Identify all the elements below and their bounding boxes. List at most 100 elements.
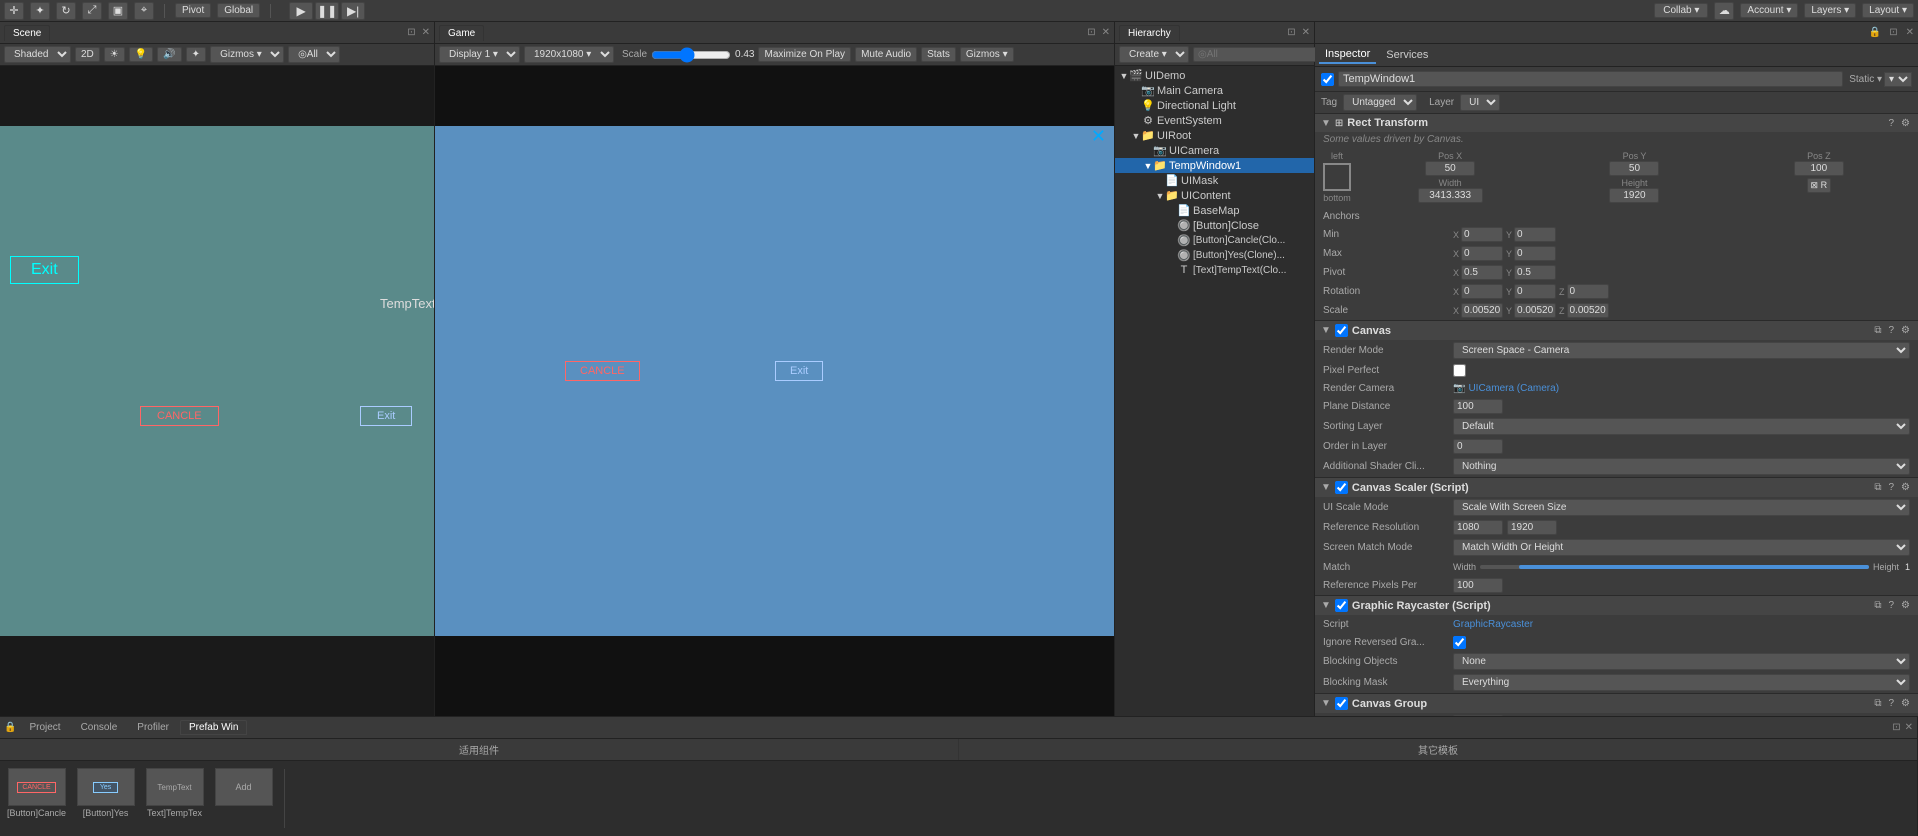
- game-maximize[interactable]: ⊡: [1087, 27, 1095, 38]
- canvas-scaler-header[interactable]: ▼ Canvas Scaler (Script) ⧉ ? ⚙: [1315, 478, 1918, 497]
- rect-icon[interactable]: ▣: [108, 2, 128, 20]
- layer-dropdown[interactable]: UI: [1460, 94, 1500, 111]
- bottom-close[interactable]: ✕: [1905, 722, 1913, 733]
- scene-exit2-button[interactable]: Exit: [360, 406, 412, 426]
- rect-settings-btn[interactable]: ⚙: [1899, 118, 1912, 129]
- transform-icon[interactable]: ✛: [4, 2, 24, 20]
- ref-res-y-input[interactable]: [1507, 520, 1557, 535]
- game-close[interactable]: ✕: [1102, 27, 1110, 38]
- move-icon[interactable]: ✦: [30, 2, 50, 20]
- scale-icon[interactable]: ⤢: [82, 2, 102, 20]
- render-mode-dropdown[interactable]: Screen Space - Camera: [1453, 342, 1910, 359]
- anchor-max-x-input[interactable]: [1461, 246, 1503, 261]
- hierarchy-tab[interactable]: Hierarchy: [1119, 25, 1180, 41]
- anchor-max-y-input[interactable]: [1514, 246, 1556, 261]
- ref-pixels-input[interactable]: [1453, 578, 1503, 593]
- prefab-win-tab[interactable]: Prefab Win: [180, 720, 247, 735]
- tree-item-eventsystem[interactable]: ⚙ EventSystem: [1115, 113, 1314, 128]
- canvas-group-header[interactable]: ▼ Canvas Group ⧉ ? ⚙: [1315, 694, 1918, 713]
- profiler-tab[interactable]: Profiler: [128, 720, 178, 735]
- object-name-input[interactable]: [1338, 71, 1843, 87]
- scene-maximize[interactable]: ⊡: [407, 27, 415, 38]
- game-gizmos[interactable]: Gizmos ▾: [960, 47, 1014, 62]
- maximize-button[interactable]: Maximize On Play: [758, 47, 851, 62]
- prefab-cancel[interactable]: CANCLE [Button]Cancle: [4, 765, 69, 832]
- raycaster-settings-btn[interactable]: ⚙: [1899, 600, 1912, 611]
- tree-item-btnyes[interactable]: 🔘 [Button]Yes(Clone)...: [1115, 248, 1314, 263]
- tag-dropdown[interactable]: Untagged: [1343, 94, 1417, 111]
- display-dropdown[interactable]: Display 1 ▾: [439, 46, 520, 63]
- canvas-header[interactable]: ▼ Canvas ⧉ ? ⚙: [1315, 321, 1918, 340]
- prefab-yes[interactable]: Yes [Button]Yes: [73, 765, 138, 832]
- rotation-z-input[interactable]: [1567, 284, 1609, 299]
- rect-help-btn[interactable]: ?: [1886, 118, 1896, 129]
- stats-button[interactable]: Stats: [921, 47, 956, 62]
- anchor-min-y-input[interactable]: [1514, 227, 1556, 242]
- r-button[interactable]: ⊠ R: [1807, 178, 1832, 193]
- hierarchy-maximize[interactable]: ⊡: [1287, 27, 1295, 38]
- layout-button[interactable]: Layout ▾: [1862, 3, 1914, 18]
- pivot-x-input[interactable]: [1461, 265, 1503, 280]
- gizmos-dropdown[interactable]: Gizmos ▾: [210, 46, 284, 63]
- additional-shader-dropdown[interactable]: Nothing: [1453, 458, 1910, 475]
- scaler-active-checkbox[interactable]: [1335, 481, 1348, 494]
- tree-item-btncancle[interactable]: 🔘 [Button]Cancle(Clo...: [1115, 233, 1314, 248]
- scaler-settings-btn[interactable]: ⚙: [1899, 482, 1912, 493]
- inspector-lock[interactable]: 🔒: [1869, 27, 1881, 38]
- canvas-copy-btn[interactable]: ⧉: [1872, 325, 1883, 336]
- play-button[interactable]: ▶: [289, 2, 313, 20]
- bottom-maximize[interactable]: ⊡: [1892, 722, 1900, 733]
- layers-button[interactable]: Layers ▾: [1804, 3, 1856, 18]
- services-tab[interactable]: Services: [1380, 47, 1434, 63]
- project-tab[interactable]: Project: [20, 720, 69, 735]
- scale-z-input[interactable]: [1567, 303, 1609, 318]
- scale-slider[interactable]: [651, 47, 731, 63]
- tree-item-maincamera[interactable]: 📷 Main Camera: [1115, 83, 1314, 98]
- scale-y-input[interactable]: [1514, 303, 1556, 318]
- hierarchy-search[interactable]: [1193, 47, 1335, 62]
- tree-item-tempwindow1[interactable]: ▼ 📁 TempWindow1: [1115, 158, 1314, 173]
- create-dropdown[interactable]: Create ▾: [1119, 46, 1189, 63]
- scaler-help-btn[interactable]: ?: [1886, 482, 1896, 493]
- shaded-dropdown[interactable]: Shaded: [4, 46, 71, 63]
- raycaster-copy-btn[interactable]: ⧉: [1872, 600, 1883, 611]
- resolution-dropdown[interactable]: 1920x1080 ▾: [524, 46, 614, 63]
- inspector-tab[interactable]: Inspector: [1319, 46, 1376, 64]
- group-help-btn[interactable]: ?: [1886, 698, 1896, 709]
- tree-item-uicamera[interactable]: 📷 UICamera: [1115, 143, 1314, 158]
- ref-res-x-input[interactable]: [1453, 520, 1503, 535]
- tree-item-basemap[interactable]: 📄 BaseMap: [1115, 203, 1314, 218]
- all-dropdown[interactable]: ◎All: [288, 46, 340, 63]
- canvas-help-btn[interactable]: ?: [1886, 325, 1896, 336]
- inspector-close[interactable]: ✕: [1906, 27, 1914, 38]
- global-button[interactable]: Global: [217, 3, 260, 18]
- blocking-mask-dropdown[interactable]: Everything: [1453, 674, 1910, 691]
- tree-item-uiroot[interactable]: ▼ 📁 UIRoot: [1115, 128, 1314, 143]
- raycaster-help-btn[interactable]: ?: [1886, 600, 1896, 611]
- rotate-icon[interactable]: ↻: [56, 2, 76, 20]
- pivot-y-input[interactable]: [1514, 265, 1556, 280]
- scene-fx[interactable]: ✦: [186, 47, 206, 62]
- prefab-add[interactable]: Add: [211, 765, 276, 832]
- sorting-layer-dropdown[interactable]: Default: [1453, 418, 1910, 435]
- account-button[interactable]: Account ▾: [1740, 3, 1798, 18]
- raycaster-active-checkbox[interactable]: [1335, 599, 1348, 612]
- canvas-active-checkbox[interactable]: [1335, 324, 1348, 337]
- graphic-raycaster-header[interactable]: ▼ Graphic Raycaster (Script) ⧉ ? ⚙: [1315, 596, 1918, 615]
- height-input[interactable]: [1609, 188, 1659, 203]
- rotation-y-input[interactable]: [1514, 284, 1556, 299]
- posz-input[interactable]: [1794, 161, 1844, 176]
- group-active-checkbox[interactable]: [1335, 697, 1348, 710]
- hierarchy-close[interactable]: ✕: [1302, 27, 1310, 38]
- tree-item-texttemp[interactable]: T [Text]TempText(Clo...: [1115, 263, 1314, 277]
- step-button[interactable]: ▶|: [341, 2, 365, 20]
- group-settings-btn[interactable]: ⚙: [1899, 698, 1912, 709]
- pause-button[interactable]: ❚❚: [315, 2, 339, 20]
- ignore-reversed-checkbox[interactable]: [1453, 636, 1466, 649]
- tree-item-uidemo[interactable]: ▼ 🎬 UIDemo: [1115, 68, 1314, 83]
- blocking-objects-dropdown[interactable]: None: [1453, 653, 1910, 670]
- game-cancel-button[interactable]: CANCLE: [565, 361, 640, 381]
- mute-button[interactable]: Mute Audio: [855, 47, 917, 62]
- collab-button[interactable]: Collab ▾: [1654, 3, 1708, 18]
- scene-sound[interactable]: 🔊: [157, 47, 181, 62]
